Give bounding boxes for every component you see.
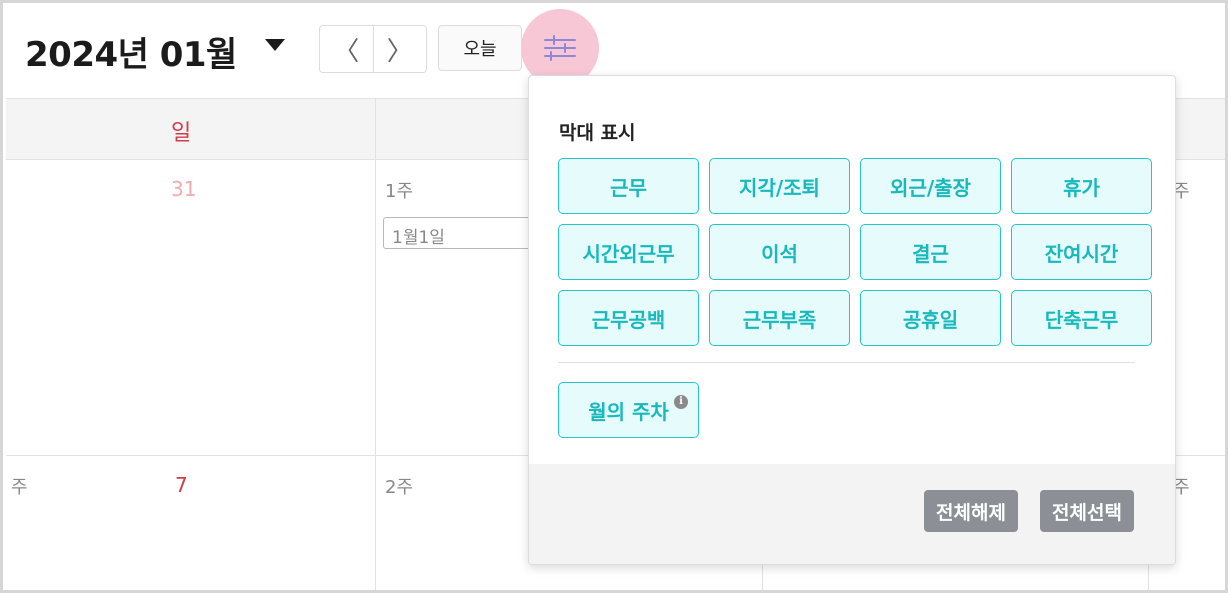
day-cell-7[interactable]: 7 bbox=[175, 473, 188, 497]
option-public-holiday[interactable]: 공휴일 bbox=[860, 290, 1001, 346]
week-label-left-2: 주 bbox=[11, 477, 28, 498]
option-week-of-month-label: 월의 주차 bbox=[588, 399, 669, 424]
calendar-window: 2024년 01월 〈 〉 오늘 일 31 7 1주 2주 주 주 주 1월1일 bbox=[0, 0, 1228, 593]
option-late-early[interactable]: 지각/조퇴 bbox=[709, 158, 850, 214]
prev-month-button[interactable]: 〈 bbox=[320, 26, 373, 72]
option-short-work[interactable]: 단축근무 bbox=[1011, 290, 1152, 346]
panel-footer: 전체해제 전체선택 bbox=[529, 464, 1175, 564]
option-away[interactable]: 이석 bbox=[709, 224, 850, 280]
bar-option-grid: 근무 지각/조퇴 외근/출장 휴가 시간외근무 이석 결근 잔여시간 근무공백 … bbox=[558, 158, 1152, 346]
option-work[interactable]: 근무 bbox=[558, 158, 699, 214]
event-chip-new-year[interactable]: 1월1일 bbox=[383, 217, 543, 249]
grid-line bbox=[375, 99, 376, 590]
option-outside-trip[interactable]: 외근/출장 bbox=[860, 158, 1001, 214]
option-week-of-month[interactable]: 월의 주차 i bbox=[558, 382, 699, 438]
option-absence[interactable]: 결근 bbox=[860, 224, 1001, 280]
weekday-sunday: 일 bbox=[171, 121, 192, 146]
info-icon[interactable]: i bbox=[674, 395, 688, 409]
option-work-gap[interactable]: 근무공백 bbox=[558, 290, 699, 346]
select-all-button[interactable]: 전체선택 bbox=[1040, 490, 1134, 532]
deselect-all-button[interactable]: 전체해제 bbox=[924, 490, 1018, 532]
next-month-button[interactable]: 〉 bbox=[372, 26, 426, 72]
sliders-icon bbox=[544, 35, 576, 61]
today-button[interactable]: 오늘 bbox=[438, 25, 522, 71]
day-cell-31[interactable]: 31 bbox=[171, 177, 196, 201]
week-label-1: 1주 bbox=[385, 181, 414, 202]
month-title: 2024년 01월 bbox=[25, 35, 237, 75]
week-label-2: 2주 bbox=[385, 477, 414, 498]
month-nav: 〈 〉 bbox=[319, 25, 427, 73]
option-remaining-time[interactable]: 잔여시간 bbox=[1011, 224, 1152, 280]
option-overtime[interactable]: 시간외근무 bbox=[558, 224, 699, 280]
option-work-shortage[interactable]: 근무부족 bbox=[709, 290, 850, 346]
panel-heading: 막대 표시 bbox=[559, 122, 636, 144]
option-vacation[interactable]: 휴가 bbox=[1011, 158, 1152, 214]
panel-divider bbox=[558, 362, 1135, 363]
display-options-panel: 막대 표시 근무 지각/조퇴 외근/출장 휴가 시간외근무 이석 결근 잔여시간… bbox=[528, 75, 1176, 565]
caret-down-icon[interactable] bbox=[265, 39, 285, 51]
